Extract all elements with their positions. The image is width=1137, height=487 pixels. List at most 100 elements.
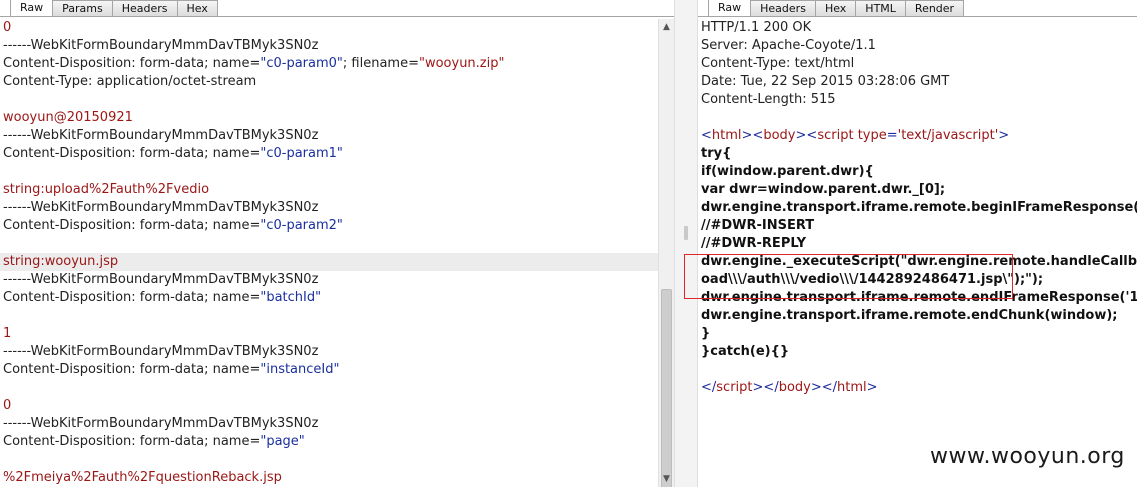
request-line: ------WebKitFormBoundaryMmmDavTBMyk3SN0z xyxy=(3,128,319,143)
request-line: Content-Disposition: form-data; name="ba… xyxy=(3,289,658,307)
request-field-name: "c0-param0" xyxy=(260,56,343,71)
request-field-name: "page" xyxy=(260,434,305,449)
request-line-selected: string:wooyun.jsp xyxy=(0,253,658,271)
response-tab-headers[interactable]: Headers xyxy=(750,0,816,16)
annotation-highlight-box xyxy=(684,254,1013,299)
tag-bracket: < xyxy=(752,128,764,143)
request-body-editor[interactable]: 0 ------WebKitFormBoundaryMmmDavTBMyk3SN… xyxy=(0,19,658,487)
tag-bracket: > xyxy=(795,128,807,143)
request-line: 1 xyxy=(3,326,12,341)
response-js-line: try{ xyxy=(701,146,732,161)
tag-bracket: > xyxy=(810,380,822,395)
tag-eq: = xyxy=(886,128,898,143)
response-line-blank xyxy=(701,109,1137,127)
response-tab-html[interactable]: HTML xyxy=(855,0,906,16)
request-line xyxy=(3,91,658,109)
request-line: Content-Disposition: form-data; name="c0… xyxy=(3,145,658,163)
response-body-viewer[interactable]: HTTP/1.1 200 OK Server: Apache-Coyote/1.… xyxy=(698,19,1137,487)
tag-bracket: </ xyxy=(763,380,779,395)
request-line xyxy=(3,451,658,469)
request-line: Content-Disposition: form-data; name="in… xyxy=(3,361,658,379)
request-tab-headers[interactable]: Headers xyxy=(111,0,178,16)
tag-name: body xyxy=(778,380,811,395)
response-html-close-line: </script></body></html> xyxy=(701,379,1137,397)
response-pane: Raw Headers Hex HTML Render HTTP/1.1 200… xyxy=(698,0,1137,487)
watermark: www.wooyun.org xyxy=(930,444,1125,469)
response-js-line: }catch(e){} xyxy=(701,344,790,359)
scrollbar-thumb[interactable] xyxy=(661,289,672,487)
request-line: Content-Disposition: form-data; name="c0… xyxy=(3,55,658,73)
request-line-text: Content-Disposition: form-data; name= xyxy=(3,434,261,449)
request-line xyxy=(3,163,658,181)
tag-bracket: < xyxy=(701,128,712,143)
request-line xyxy=(3,307,658,325)
request-line: Content-Disposition: form-data; name="pa… xyxy=(3,433,658,451)
request-field-name: "c0-param1" xyxy=(260,146,343,161)
request-filename: "wooyun.zip" xyxy=(418,56,505,71)
response-header: Content-Length: 515 xyxy=(701,92,836,107)
request-line: ------WebKitFormBoundaryMmmDavTBMyk3SN0z xyxy=(3,344,319,359)
tag-bracket: </ xyxy=(821,380,838,395)
response-html-open-line: <html><body><script type='text/javascrip… xyxy=(701,127,1137,145)
response-js-line: } xyxy=(701,326,711,341)
tag-name: script xyxy=(817,128,854,143)
response-js-line: dwr.engine.transport.iframe.remote.begin… xyxy=(701,200,1137,215)
request-line: 0 xyxy=(3,20,12,35)
scroll-down-arrow-icon[interactable]: ▼ xyxy=(659,471,674,487)
request-tab-bar: Raw Params Headers Hex xyxy=(0,0,674,17)
request-line: ------WebKitFormBoundaryMmmDavTBMyk3SN0z xyxy=(3,200,319,215)
tag-bracket: > xyxy=(741,128,753,143)
request-line-text: Content-Disposition: form-data; name= xyxy=(3,290,261,305)
response-js-line: var dwr=window.parent.dwr._[0]; xyxy=(701,182,946,197)
tag-bracket: > xyxy=(998,128,1010,143)
request-tab-raw[interactable]: Raw xyxy=(10,0,54,16)
request-line: ------WebKitFormBoundaryMmmDavTBMyk3SN0z xyxy=(3,38,319,53)
response-js-line: //#DWR-REPLY xyxy=(701,236,807,251)
request-tab-hex[interactable]: Hex xyxy=(176,0,218,16)
request-line: string:upload%2Fauth%2Fvedio xyxy=(3,182,210,197)
tag-name: html xyxy=(711,128,742,143)
response-js-line: if(window.parent.dwr){ xyxy=(701,164,874,179)
request-line: wooyun@20150921 xyxy=(3,110,133,125)
tag-name: script xyxy=(716,380,753,395)
response-header: Date: Tue, 22 Sep 2015 03:28:06 GMT xyxy=(701,74,950,89)
request-scrollbar[interactable]: ▲ ▼ xyxy=(658,19,674,487)
response-status-line: HTTP/1.1 200 OK xyxy=(701,20,812,35)
tag-name: html xyxy=(837,380,867,395)
tag-bracket: </ xyxy=(701,380,717,395)
request-line: ------WebKitFormBoundaryMmmDavTBMyk3SN0z xyxy=(3,272,319,287)
tag-bracket: > xyxy=(752,380,764,395)
pane-splitter[interactable] xyxy=(674,0,698,487)
request-tab-params[interactable]: Params xyxy=(52,0,113,16)
request-field-name: "instanceId" xyxy=(260,362,340,377)
response-header: Content-Type: text/html xyxy=(701,56,855,71)
response-js-line: //#DWR-INSERT xyxy=(701,218,815,233)
response-tab-hex[interactable]: Hex xyxy=(814,0,857,16)
response-js-line: dwr.engine.transport.iframe.remote.endCh… xyxy=(701,308,1118,323)
request-line xyxy=(3,379,658,397)
splitter-grip-icon[interactable] xyxy=(684,226,688,240)
response-header: Server: Apache-Coyote/1.1 xyxy=(701,38,876,53)
tag-attr-value: 'text/javascript' xyxy=(897,128,999,143)
request-line-text: Content-Disposition: form-data; name= xyxy=(3,56,261,71)
request-line: ------WebKitFormBoundaryMmmDavTBMyk3SN0z xyxy=(3,416,319,431)
scroll-up-arrow-icon[interactable]: ▲ xyxy=(659,19,674,35)
request-line-text: Content-Disposition: form-data; name= xyxy=(3,146,261,161)
request-line: %2Fmeiya%2Fauth%2FquestionReback.jsp xyxy=(3,470,282,485)
tag-name: body xyxy=(763,128,796,143)
response-tab-bar: Raw Headers Hex HTML Render xyxy=(698,0,1137,17)
response-line-blank xyxy=(701,361,1137,379)
request-line-text: Content-Disposition: form-data; name= xyxy=(3,218,261,233)
response-tab-render[interactable]: Render xyxy=(904,0,965,16)
tag-bracket: < xyxy=(806,128,818,143)
request-field-name: "c0-param2" xyxy=(260,218,343,233)
request-line: 0 xyxy=(3,398,12,413)
request-line: Content-Type: application/octet-stream xyxy=(3,74,257,89)
request-line: Content-Disposition: form-data; name="c0… xyxy=(3,217,658,235)
request-field-name: "batchId" xyxy=(260,290,322,305)
tag-attr: type xyxy=(857,128,887,143)
request-line-text: Content-Disposition: form-data; name= xyxy=(3,362,261,377)
response-tab-raw[interactable]: Raw xyxy=(708,0,752,16)
request-line-text: ; filename= xyxy=(342,56,419,71)
request-line xyxy=(3,235,658,253)
